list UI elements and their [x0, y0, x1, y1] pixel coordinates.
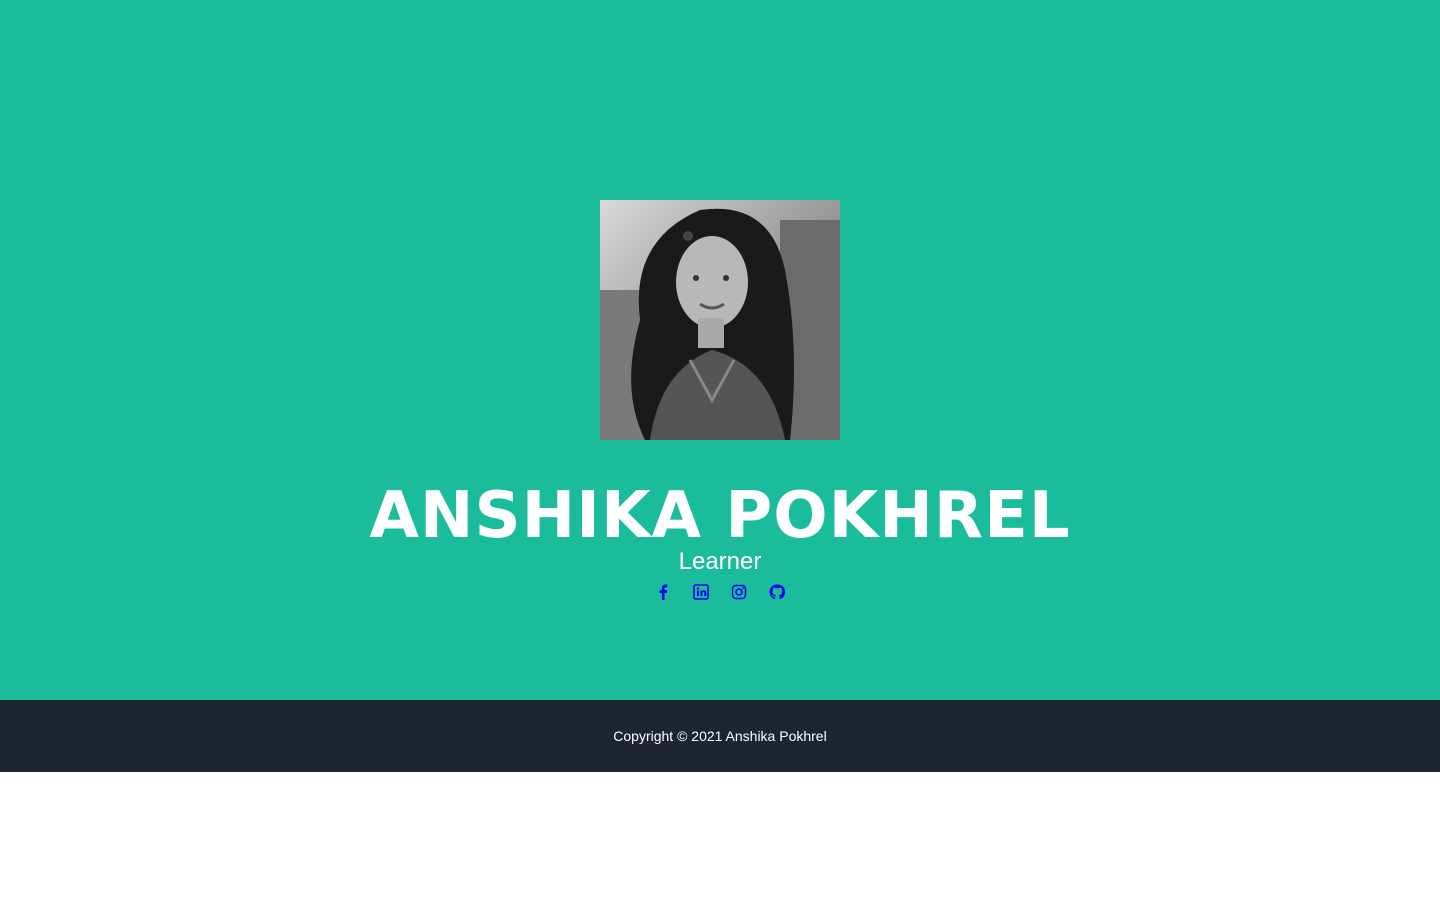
footer: Copyright © 2021 Anshika Pokhrel: [0, 700, 1440, 772]
facebook-icon: [659, 584, 668, 600]
subtitle: Learner: [678, 548, 762, 575]
facebook-link[interactable]: [654, 582, 672, 602]
instagram-link[interactable]: [730, 582, 748, 602]
linkedin-link[interactable]: [692, 582, 710, 602]
linkedin-icon: [693, 584, 709, 600]
profile-photo: [600, 200, 840, 440]
profile-photo-image: [600, 200, 840, 440]
github-link[interactable]: [768, 582, 786, 602]
page-title: ANSHIKA POKHREL: [369, 479, 1071, 553]
social-links: [0, 582, 1440, 602]
instagram-icon: [731, 584, 747, 600]
github-icon: [769, 584, 785, 600]
masthead: ANSHIKA POKHREL Learner: [0, 0, 1440, 700]
copyright-text: Copyright © 2021 Anshika Pokhrel: [613, 728, 827, 744]
